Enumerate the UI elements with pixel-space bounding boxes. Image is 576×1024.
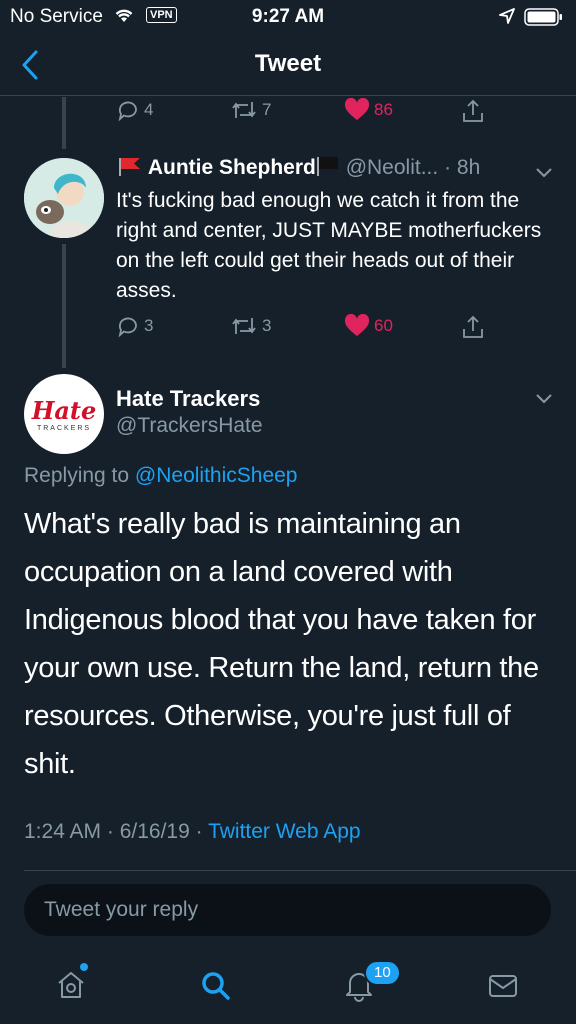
- source-app-link[interactable]: Twitter Web App: [208, 820, 361, 843]
- chevron-down-icon[interactable]: [534, 166, 554, 185]
- replying-to-prefix: Replying to: [24, 464, 135, 487]
- like-button[interactable]: 86: [344, 98, 393, 122]
- search-icon: [202, 972, 230, 1000]
- like-button[interactable]: 60: [344, 314, 393, 338]
- tweet-age: · 8h: [444, 156, 481, 179]
- reply-tweet-actions: 3 3 60: [116, 314, 576, 342]
- reply-button[interactable]: 3: [116, 314, 153, 338]
- mail-icon: [489, 975, 517, 997]
- reply-icon: [118, 317, 137, 338]
- tweet-meta: 1:24 AM · 6/16/19 · Twitter Web App: [24, 820, 361, 844]
- tweet-text: What's really bad is maintaining an occu…: [24, 508, 539, 780]
- nav-bar: Tweet: [0, 36, 576, 96]
- like-count: 60: [374, 316, 393, 335]
- tab-messages[interactable]: [486, 968, 520, 1007]
- home-icon: [58, 972, 84, 998]
- author-handle[interactable]: @Neolit...: [346, 156, 439, 179]
- like-count: 86: [374, 100, 393, 119]
- share-icon: [463, 315, 483, 338]
- tab-bar: [0, 950, 576, 1024]
- status-bar: No Service VPN 9:27 AM: [0, 0, 576, 32]
- tweet-text: It's fucking bad enough we catch it from…: [116, 189, 542, 302]
- tweet-header: Auntie Shepherd @Neolit... · 8h: [116, 156, 556, 180]
- avatar-illustration: [24, 158, 104, 238]
- heart-icon: [344, 98, 370, 120]
- location-arrow-icon: [498, 7, 516, 31]
- thread-line: [62, 97, 66, 149]
- tweet-timestamp: 1:24 AM · 6/16/19 ·: [24, 820, 209, 843]
- battery-icon: [524, 8, 564, 26]
- replying-to: Replying to @NeolithicSheep: [24, 464, 297, 488]
- avatar-logo-subtext: TRACKERS: [36, 425, 92, 432]
- heart-icon: [344, 314, 370, 336]
- avatar-logo-text: Hate: [31, 396, 97, 425]
- thread-line: [62, 244, 66, 368]
- retweet-button[interactable]: 7: [230, 98, 271, 122]
- retweet-count: 3: [262, 316, 272, 335]
- notification-badge: 10: [364, 960, 401, 986]
- reply-count: 4: [144, 100, 154, 119]
- reply-input[interactable]: Tweet your reply: [24, 884, 551, 936]
- red-flag-icon: [119, 158, 140, 176]
- page-title: Tweet: [254, 50, 322, 77]
- author-name[interactable]: Auntie Shepherd: [148, 156, 316, 179]
- retweet-icon: [232, 318, 256, 334]
- avatar[interactable]: Hate TRACKERS: [24, 374, 104, 454]
- previous-tweet-actions: 4 7 86: [116, 98, 576, 126]
- home-new-indicator: [80, 963, 88, 971]
- retweet-count: 7: [262, 100, 272, 119]
- black-flag-icon: [316, 157, 338, 176]
- divider: [24, 870, 576, 871]
- share-icon: [463, 99, 483, 122]
- retweet-icon: [232, 102, 256, 118]
- reply-button[interactable]: 4: [116, 98, 153, 122]
- reply-count: 3: [144, 316, 154, 335]
- reply-icon: [118, 101, 137, 122]
- retweet-button[interactable]: 3: [230, 314, 271, 338]
- tab-home[interactable]: [54, 968, 88, 1007]
- tab-search[interactable]: [198, 968, 232, 1007]
- status-time: 9:27 AM: [251, 6, 325, 27]
- share-button[interactable]: [460, 98, 486, 124]
- replying-to-mention[interactable]: @NeolithicSheep: [135, 464, 298, 487]
- reply-placeholder: Tweet your reply: [44, 898, 199, 921]
- author-name[interactable]: Hate Trackers: [116, 386, 260, 412]
- chevron-down-icon[interactable]: [534, 392, 554, 411]
- share-button[interactable]: [460, 314, 486, 340]
- avatar[interactable]: [24, 158, 104, 238]
- author-handle[interactable]: @TrackersHate: [116, 414, 263, 438]
